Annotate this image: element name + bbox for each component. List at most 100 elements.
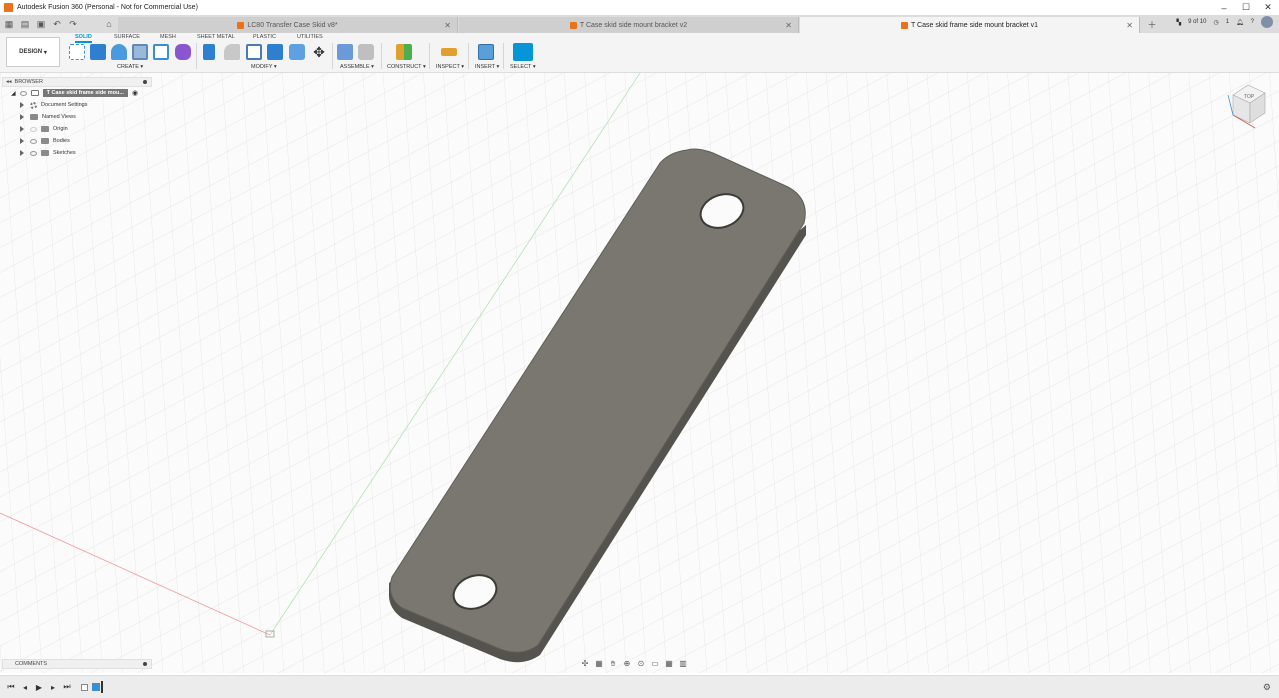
panel-options-icon[interactable] bbox=[143, 80, 147, 84]
tab-side-mount-bracket-v2[interactable]: T Case skid side mount bracket v2 ✕ bbox=[459, 17, 799, 33]
activate-radio-icon[interactable]: ◉ bbox=[132, 89, 138, 97]
clock-icon[interactable]: ◷ bbox=[1213, 19, 1218, 26]
notification-count[interactable]: 1 bbox=[1226, 19, 1229, 25]
revolve-icon[interactable] bbox=[111, 44, 127, 60]
undo-icon[interactable]: ↶ bbox=[50, 17, 64, 31]
file-menu-icon[interactable]: ▤ bbox=[18, 17, 32, 31]
play-icon[interactable]: ▶ bbox=[33, 681, 45, 693]
zoom-icon[interactable]: ⊕ bbox=[622, 659, 632, 668]
browser-root-item[interactable]: ◢ T Case skid frame side mou... ◉ bbox=[2, 87, 152, 99]
expand-down-icon[interactable]: ◢ bbox=[11, 90, 16, 97]
go-to-start-icon[interactable]: ⏮︎ bbox=[5, 681, 17, 693]
pattern-icon[interactable] bbox=[153, 44, 169, 60]
grid-snaps-icon[interactable]: ▦ bbox=[664, 659, 674, 668]
app-grid-icon[interactable]: ▦ bbox=[2, 17, 16, 31]
tab-frame-side-mount-bracket-v1[interactable]: T Case skid frame side mount bracket v1 … bbox=[800, 17, 1140, 33]
tab-sheet-metal[interactable]: SHEET METAL bbox=[197, 34, 235, 40]
home-icon[interactable]: ⌂ bbox=[102, 17, 116, 31]
move-icon[interactable]: ✥ bbox=[311, 44, 327, 60]
viewports-icon[interactable]: ▥ bbox=[678, 659, 688, 668]
inspect-menu[interactable]: INSPECT ▾ bbox=[436, 64, 464, 70]
tab-utilities[interactable]: UTILITIES bbox=[297, 34, 323, 40]
tab-close-icon[interactable]: ✕ bbox=[1126, 21, 1133, 30]
shell-icon[interactable] bbox=[246, 44, 262, 60]
select-icon[interactable] bbox=[513, 43, 533, 61]
browser-item-named-views[interactable]: Named Views bbox=[2, 111, 152, 123]
pan-hand-icon[interactable]: ✋︎ bbox=[608, 659, 618, 668]
split-body-icon[interactable] bbox=[289, 44, 305, 60]
insert-menu[interactable]: INSERT ▾ bbox=[475, 64, 499, 70]
fillet-icon[interactable] bbox=[224, 44, 240, 60]
tab-close-icon[interactable]: ✕ bbox=[444, 21, 451, 30]
orbit-icon[interactable]: ✣ bbox=[580, 659, 590, 668]
expand-icon[interactable] bbox=[20, 126, 24, 132]
workspace-switcher[interactable]: DESIGN ▾ bbox=[6, 37, 60, 67]
expand-icon[interactable] bbox=[20, 114, 24, 120]
hole-icon[interactable] bbox=[132, 44, 148, 60]
form-icon[interactable] bbox=[175, 44, 191, 60]
select-menu[interactable]: SELECT ▾ bbox=[510, 64, 536, 70]
look-at-icon[interactable]: ▦ bbox=[594, 659, 604, 668]
new-component-icon[interactable] bbox=[337, 44, 353, 60]
visibility-eye-icon[interactable] bbox=[30, 126, 37, 132]
offset-plane-icon[interactable] bbox=[396, 44, 412, 60]
redo-icon[interactable]: ↷ bbox=[66, 17, 80, 31]
tab-surface[interactable]: SURFACE bbox=[114, 34, 140, 40]
assemble-menu[interactable]: ASSEMBLE ▾ bbox=[340, 64, 374, 70]
tab-mesh[interactable]: MESH bbox=[160, 34, 176, 40]
document-icon bbox=[30, 90, 39, 96]
collapse-panel-icon[interactable]: ◂◂ bbox=[6, 79, 12, 85]
separator bbox=[196, 43, 197, 69]
new-tab-icon[interactable]: ＋ bbox=[1145, 17, 1159, 31]
tab-plastic[interactable]: PLASTIC bbox=[253, 34, 276, 40]
zoom-window-icon[interactable]: ⊙ bbox=[636, 659, 646, 668]
create-menu[interactable]: CREATE ▾ bbox=[117, 64, 143, 70]
fusion-logo-icon bbox=[4, 3, 13, 12]
bell-icon[interactable]: 🔔︎ bbox=[1236, 19, 1244, 26]
press-pull-icon[interactable] bbox=[203, 44, 215, 60]
combine-icon[interactable] bbox=[267, 44, 283, 60]
visibility-eye-icon[interactable] bbox=[30, 138, 37, 144]
insert-image-icon[interactable] bbox=[478, 44, 494, 60]
save-icon[interactable]: ▣ bbox=[34, 17, 48, 31]
measure-icon[interactable] bbox=[441, 48, 457, 56]
maximize-button[interactable]: ☐ bbox=[1235, 0, 1257, 15]
step-forward-icon[interactable]: ▸ bbox=[47, 681, 59, 693]
job-status-text[interactable]: 9 of 10 bbox=[1188, 19, 1206, 25]
job-status-icon[interactable]: ▚ bbox=[1176, 19, 1181, 26]
canvas-svg[interactable]: TOP bbox=[0, 72, 1279, 673]
browser-item-document-settings[interactable]: Document Settings bbox=[2, 99, 152, 111]
visibility-eye-icon[interactable] bbox=[30, 150, 37, 156]
display-settings-icon[interactable]: ▭ bbox=[650, 659, 660, 668]
extrude-icon[interactable] bbox=[90, 44, 106, 60]
browser-item-origin[interactable]: Origin bbox=[2, 123, 152, 135]
comments-header[interactable]: COMMENTS bbox=[2, 659, 152, 669]
visibility-eye-icon[interactable] bbox=[19, 90, 27, 96]
design-cube-icon bbox=[237, 21, 245, 29]
browser-item-bodies[interactable]: Bodies bbox=[2, 135, 152, 147]
step-back-icon[interactable]: ◂ bbox=[19, 681, 31, 693]
avatar[interactable] bbox=[1261, 16, 1273, 28]
timeline-extrude-feature-icon[interactable] bbox=[92, 683, 100, 691]
tab-lc80-transfer-case-skid[interactable]: LC80 Transfer Case Skid v8* ✕ bbox=[118, 17, 458, 33]
go-to-end-icon[interactable]: ⏭︎ bbox=[61, 681, 73, 693]
help-icon[interactable]: ? bbox=[1251, 19, 1254, 25]
expand-icon[interactable] bbox=[20, 102, 24, 108]
minimize-button[interactable]: – bbox=[1213, 0, 1235, 15]
tab-close-icon[interactable]: ✕ bbox=[785, 21, 792, 30]
close-button[interactable]: ✕ bbox=[1257, 0, 1279, 15]
browser-item-sketches[interactable]: Sketches bbox=[2, 147, 152, 159]
3d-viewport[interactable]: TOP bbox=[0, 72, 1279, 673]
expand-icon[interactable] bbox=[20, 138, 24, 144]
tab-solid[interactable]: SOLID bbox=[75, 34, 92, 43]
browser-header[interactable]: ◂◂ BROWSER bbox=[2, 77, 152, 87]
construct-menu[interactable]: CONSTRUCT ▾ bbox=[387, 64, 426, 70]
modify-menu[interactable]: MODIFY ▾ bbox=[251, 64, 277, 70]
add-comment-icon[interactable] bbox=[143, 662, 147, 666]
joint-icon[interactable] bbox=[358, 44, 374, 60]
create-sketch-icon[interactable] bbox=[69, 44, 85, 60]
expand-icon[interactable] bbox=[20, 150, 24, 156]
timeline-sketch-feature-icon[interactable] bbox=[81, 683, 88, 691]
timeline-settings-gear-icon[interactable]: ⚙ bbox=[1263, 682, 1271, 693]
timeline-marker[interactable] bbox=[101, 681, 103, 693]
